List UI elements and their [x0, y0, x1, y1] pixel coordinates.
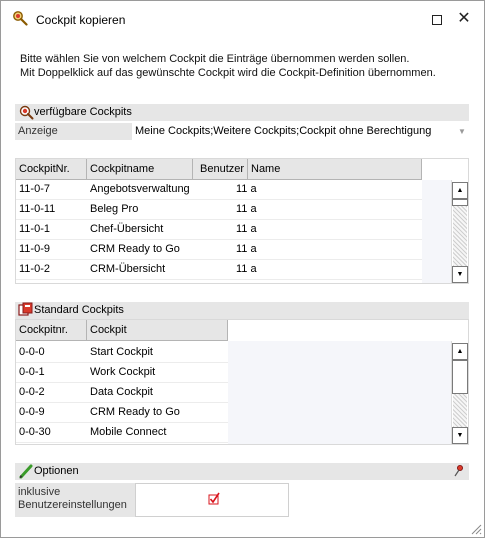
maximize-icon: [432, 15, 442, 26]
cell-nr: 11-0-1: [19, 223, 50, 235]
cell-user: 11 a: [236, 223, 257, 235]
instruction-line-1: Bitte wählen Sie von welchem Cockpit die…: [20, 53, 410, 65]
column-header-cockpitnr[interactable]: Cockpitnr.: [16, 320, 87, 341]
column-header-cockpitname[interactable]: Cockpitname: [87, 159, 193, 180]
grid-filler: [422, 180, 452, 283]
column-header-cockpit[interactable]: Cockpit: [87, 320, 228, 341]
cell-name: CRM Ready to Go: [90, 243, 180, 255]
filter-row: Anzeige Meine Cockpits;Weitere Cockpits;…: [15, 123, 469, 140]
cell-nr: 0-0-30: [19, 426, 51, 438]
header-filler: [422, 159, 452, 180]
cell-user: 11 a: [236, 243, 257, 255]
scroll-up-button[interactable]: ▲: [452, 182, 468, 199]
filter-label: Anzeige: [15, 123, 132, 140]
table-row[interactable]: 11-0-11 Beleg Pro 11 a: [16, 200, 422, 220]
cell-name: Angebotsverwaltung: [90, 183, 190, 195]
cell-name: Start Cockpit: [90, 346, 153, 358]
option-include-user-settings: inklusive Benutzereinstellungen: [15, 483, 469, 517]
cell-name: Data Cockpit: [90, 386, 153, 398]
cell-nr: 0-0-9: [19, 406, 45, 418]
cell-user: 11 a: [236, 203, 257, 215]
table-row[interactable]: 0-0-9 CRM Ready to Go: [16, 403, 228, 423]
cell-name: Work Cockpit: [90, 366, 156, 378]
table-row[interactable]: 0-0-2 Data Cockpit: [16, 383, 228, 403]
arrow-down-icon: ▼: [456, 432, 464, 439]
scroll-track[interactable]: [453, 394, 467, 427]
vertical-scrollbar[interactable]: ▲ ▼: [451, 180, 468, 283]
cell-user: 11 a: [236, 263, 257, 275]
cell-name: Chef-Übersicht: [90, 223, 164, 235]
table-row[interactable]: 11-0-1 Chef-Übersicht 11 a: [16, 220, 422, 240]
checkmark-icon: [208, 492, 220, 505]
section-title: verfügbare Cockpits: [34, 106, 132, 118]
pin-icon[interactable]: [453, 464, 465, 478]
scroll-up-button[interactable]: ▲: [452, 343, 468, 360]
grid-filler: [228, 341, 452, 444]
filter-value: Meine Cockpits;Weitere Cockpits;Cockpit …: [135, 125, 432, 137]
instructions: Bitte wählen Sie von welchem Cockpit die…: [20, 52, 436, 80]
option-label-line-2: Benutzereinstellungen: [18, 499, 127, 511]
column-header-cockpitnr[interactable]: CockpitNr.: [16, 159, 87, 180]
cell-name: Mobile Connect: [90, 426, 167, 438]
table-header: Cockpitnr. Cockpit: [16, 320, 228, 341]
arrow-up-icon: ▲: [456, 348, 464, 355]
column-header-name[interactable]: Name: [248, 159, 422, 180]
arrow-down-icon: ▼: [456, 271, 464, 278]
section-options: Optionen: [15, 463, 469, 480]
window-title: Cockpit kopieren: [36, 13, 126, 27]
cell-name: CRM Ready to Go: [90, 406, 180, 418]
section-title: Standard Cockpits: [34, 304, 124, 316]
cell-user: 11 a: [236, 183, 257, 195]
title-bar[interactable]: Cockpit kopieren ✕: [1, 1, 484, 38]
option-label-line-1: inklusive: [18, 486, 61, 498]
table-row[interactable]: 11-0-7 Angebotsverwaltung 11 a: [16, 180, 422, 200]
column-header-benutzer[interactable]: Benutzer: [193, 159, 248, 180]
table-row[interactable]: 0-0-30 Mobile Connect: [16, 423, 228, 443]
cell-nr: 0-0-1: [19, 366, 45, 378]
cell-nr: 11-0-9: [19, 243, 50, 255]
section-available-cockpits: verfügbare Cockpits: [15, 104, 469, 121]
scroll-track[interactable]: [453, 206, 467, 266]
filter-select[interactable]: Meine Cockpits;Weitere Cockpits;Cockpit …: [133, 123, 469, 140]
section-standard-cockpits: Standard Cockpits: [15, 302, 469, 319]
scroll-down-button[interactable]: ▼: [452, 427, 468, 444]
magnifier-key-icon: [13, 11, 28, 26]
pencil-icon: [19, 464, 33, 479]
table-row[interactable]: 11-0-2 CRM-Übersicht 11 a: [16, 260, 422, 280]
resize-grip-icon[interactable]: [470, 523, 482, 535]
instruction-line-2: Mit Doppelklick auf das gewünschte Cockp…: [20, 67, 436, 79]
cell-nr: 11-0-11: [19, 203, 56, 215]
scroll-thumb[interactable]: [452, 360, 468, 394]
standard-cockpit-icon: [18, 302, 33, 316]
maximize-button[interactable]: [422, 5, 452, 33]
cell-nr: 11-0-2: [19, 263, 50, 275]
close-button[interactable]: ✕: [449, 5, 479, 33]
table-row[interactable]: 11-0-9 CRM Ready to Go 11 a: [16, 240, 422, 260]
arrow-up-icon: ▲: [456, 187, 464, 194]
chevron-down-icon[interactable]: ▼: [455, 123, 469, 140]
cell-nr: 0-0-2: [19, 386, 45, 398]
table-row[interactable]: 0-0-0 Start Cockpit: [16, 343, 228, 363]
table-header: CockpitNr. Cockpitname Benutzer Name: [16, 159, 422, 180]
include-user-settings-checkbox[interactable]: [135, 483, 289, 517]
section-title: Optionen: [34, 465, 79, 477]
cell-nr: 11-0-7: [19, 183, 50, 195]
cell-name: CRM-Übersicht: [90, 263, 166, 275]
close-icon: ✕: [457, 10, 471, 27]
scroll-thumb[interactable]: [452, 199, 468, 206]
table-row[interactable]: 0-0-1 Work Cockpit: [16, 363, 228, 383]
scroll-down-button[interactable]: ▼: [452, 266, 468, 283]
dialog-window: Cockpit kopieren ✕ Bitte wählen Sie von …: [0, 0, 485, 538]
available-cockpits-table: CockpitNr. Cockpitname Benutzer Name 11-…: [15, 158, 469, 284]
vertical-scrollbar[interactable]: ▲ ▼: [451, 341, 468, 444]
cockpit-search-icon: [19, 105, 34, 120]
cell-nr: 0-0-0: [19, 346, 45, 358]
standard-cockpits-table: Cockpitnr. Cockpit 0-0-0 Start Cockpit 0…: [15, 319, 469, 445]
cell-name: Beleg Pro: [90, 203, 139, 215]
option-label: inklusive Benutzereinstellungen: [15, 483, 135, 517]
